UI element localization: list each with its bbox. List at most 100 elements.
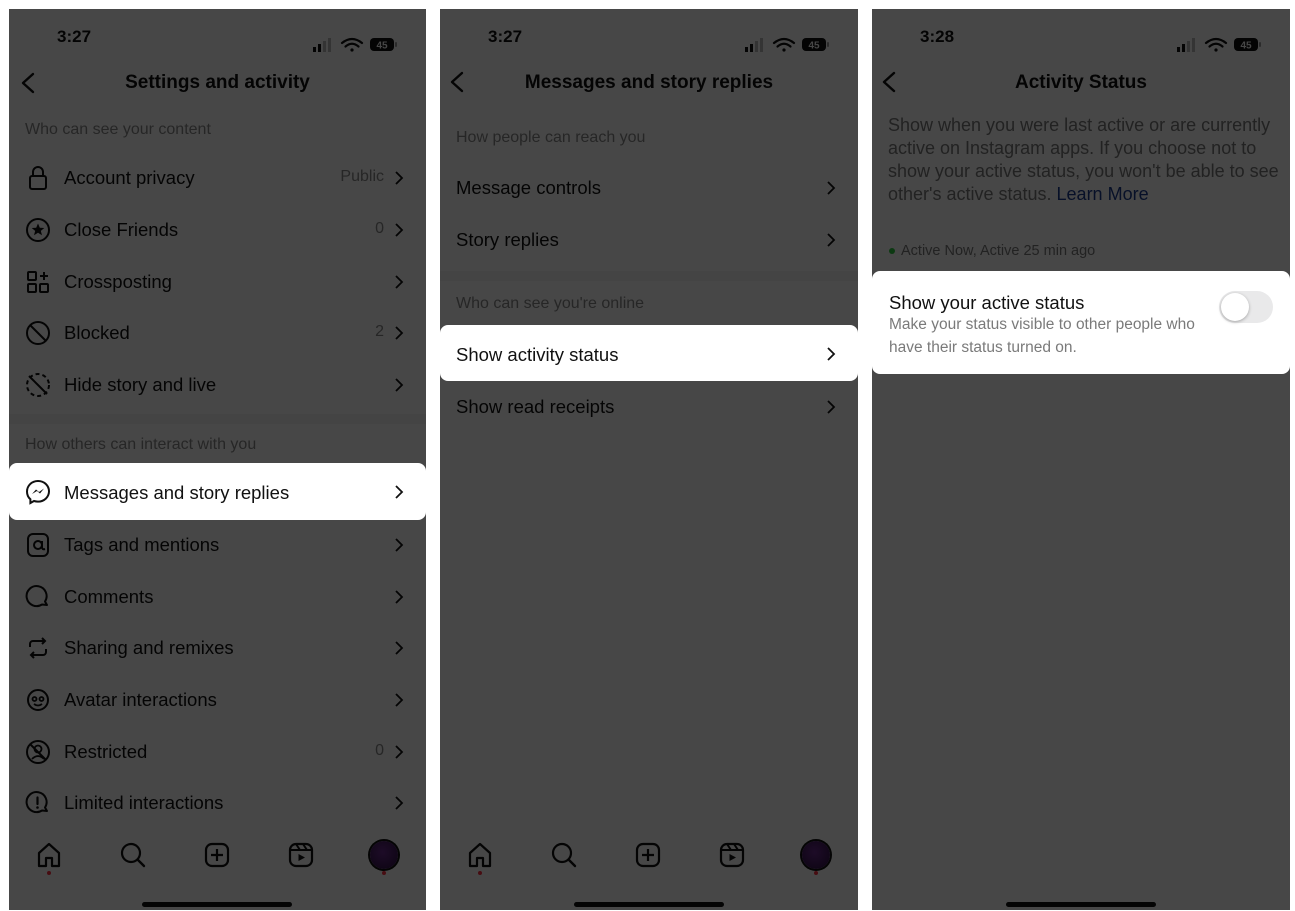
notification-dot	[382, 871, 386, 875]
settings-item-label: Sharing and remixes	[64, 637, 234, 658]
create-icon[interactable]	[203, 841, 231, 869]
home-icon[interactable]	[466, 841, 494, 869]
star-circle-icon	[26, 218, 50, 242]
settings-item-label: Tags and mentions	[64, 534, 220, 555]
settings-item-message-controls[interactable]: Message controls	[440, 162, 858, 214]
profile-avatar[interactable]	[802, 841, 830, 869]
active-status-setting-highlighted: Show your active status Make your status…	[872, 271, 1290, 374]
settings-item-crossposting[interactable]: Crossposting	[9, 256, 426, 308]
wifi-icon	[772, 37, 796, 52]
wifi-icon	[1204, 37, 1228, 52]
settings-item-label: Limited interactions	[64, 792, 224, 813]
avatar-icon	[27, 689, 49, 711]
phone-screen-settings: 3:27 45 Settings and activity Who can se…	[9, 9, 426, 910]
phone-screen-activity-status: 3:28 45 Activity Status Show when you we…	[872, 9, 1290, 910]
limited-icon	[25, 791, 48, 814]
notification-dot	[814, 871, 818, 875]
chevron-right-icon	[827, 347, 836, 361]
blocked-icon	[26, 321, 50, 345]
page-title: Settings and activity	[125, 72, 310, 93]
reels-icon[interactable]	[287, 841, 315, 869]
active-dot	[889, 248, 895, 255]
at-sign-icon	[27, 533, 49, 557]
section-header-interact: How others can interact with you	[25, 436, 257, 453]
chevron-right-icon	[395, 485, 404, 499]
bottom-nav	[440, 835, 858, 875]
chevron-right-icon	[395, 590, 404, 604]
chevron-right-icon	[827, 400, 836, 414]
chevron-right-icon	[827, 233, 836, 247]
settings-item-label: Account privacy	[64, 167, 195, 188]
section-header-reach: How people can reach you	[456, 129, 646, 146]
settings-item-account-privacy[interactable]: Account privacy Public	[9, 152, 426, 204]
settings-item-label: Show activity status	[456, 344, 619, 365]
chevron-right-icon	[395, 275, 404, 289]
settings-item-label: Crossposting	[64, 271, 172, 292]
search-icon[interactable]	[119, 841, 147, 869]
toggle-knob	[1221, 293, 1249, 321]
settings-item-comments[interactable]: Comments	[9, 571, 426, 623]
active-note-text: Active Now, Active 25 min ago	[901, 243, 1096, 259]
settings-item-sharing[interactable]: Sharing and remixes	[9, 622, 426, 674]
remix-icon	[29, 637, 47, 659]
settings-item-read-receipts[interactable]: Show read receipts	[440, 381, 858, 433]
settings-item-avatar[interactable]: Avatar interactions	[9, 674, 426, 726]
active-status-note: Active Now, Active 25 min ago	[889, 243, 1095, 259]
profile-avatar[interactable]	[370, 841, 398, 869]
section-header-online: Who can see you're online	[456, 295, 645, 312]
setting-title: Show your active status	[889, 292, 1085, 313]
restricted-icon	[26, 740, 50, 764]
hide-story-icon	[26, 373, 50, 397]
signal-icon	[1177, 38, 1195, 52]
home-icon[interactable]	[35, 841, 63, 869]
settings-item-label: Comments	[64, 586, 154, 607]
status-icons: 45	[1177, 36, 1262, 54]
settings-item-label: Message controls	[456, 177, 601, 198]
settings-item-restricted[interactable]: Restricted 0	[9, 726, 426, 778]
svg-text:45: 45	[376, 41, 388, 52]
chevron-right-icon	[395, 538, 404, 552]
chevron-right-icon	[395, 378, 404, 392]
settings-item-messages-highlighted[interactable]: Messages and story replies	[9, 463, 426, 520]
status-icons: 45	[745, 36, 830, 54]
home-indicator	[142, 902, 292, 907]
svg-text:45: 45	[808, 41, 820, 52]
create-icon[interactable]	[634, 841, 662, 869]
settings-item-label: Story replies	[456, 229, 559, 250]
settings-item-label: Avatar interactions	[64, 689, 217, 710]
setting-description: Make your status visible to other people…	[889, 316, 1195, 356]
activity-description: Show when you were last active or are cu…	[888, 114, 1280, 206]
settings-item-hide-story[interactable]: Hide story and live	[9, 359, 426, 411]
bottom-nav	[9, 835, 426, 875]
settings-item-label: Messages and story replies	[64, 482, 290, 503]
reels-icon[interactable]	[718, 841, 746, 869]
status-time: 3:27	[488, 27, 523, 46]
chevron-right-icon	[395, 223, 404, 237]
page-title: Activity Status	[1015, 72, 1147, 93]
settings-item-limited[interactable]: Limited interactions	[9, 777, 426, 829]
lock-icon	[29, 166, 47, 190]
battery-icon: 45	[802, 38, 829, 52]
chevron-right-icon	[395, 693, 404, 707]
settings-item-blocked[interactable]: Blocked 2	[9, 307, 426, 359]
chevron-right-icon	[395, 171, 404, 185]
settings-item-activity-status-highlighted[interactable]: Show activity status	[440, 325, 858, 381]
settings-item-close-friends[interactable]: Close Friends 0	[9, 204, 426, 256]
chevron-right-icon	[827, 181, 836, 195]
settings-item-label: Restricted	[64, 741, 148, 762]
settings-item-label: Show read receipts	[456, 396, 615, 417]
settings-item-value: 0	[375, 220, 384, 237]
active-status-toggle[interactable]	[1219, 291, 1273, 323]
learn-more-link[interactable]: Learn More	[1057, 184, 1149, 204]
battery-icon: 45	[1234, 38, 1261, 52]
search-icon[interactable]	[550, 841, 578, 869]
section-divider	[9, 414, 426, 424]
notification-dot	[478, 871, 482, 875]
settings-item-value: 0	[375, 742, 384, 759]
settings-item-story-replies[interactable]: Story replies	[440, 214, 858, 266]
status-time: 3:28	[920, 27, 955, 46]
settings-item-tags[interactable]: Tags and mentions	[9, 519, 426, 571]
page-title: Messages and story replies	[524, 72, 774, 93]
status-icons: 45	[313, 36, 398, 54]
signal-icon	[745, 38, 763, 52]
